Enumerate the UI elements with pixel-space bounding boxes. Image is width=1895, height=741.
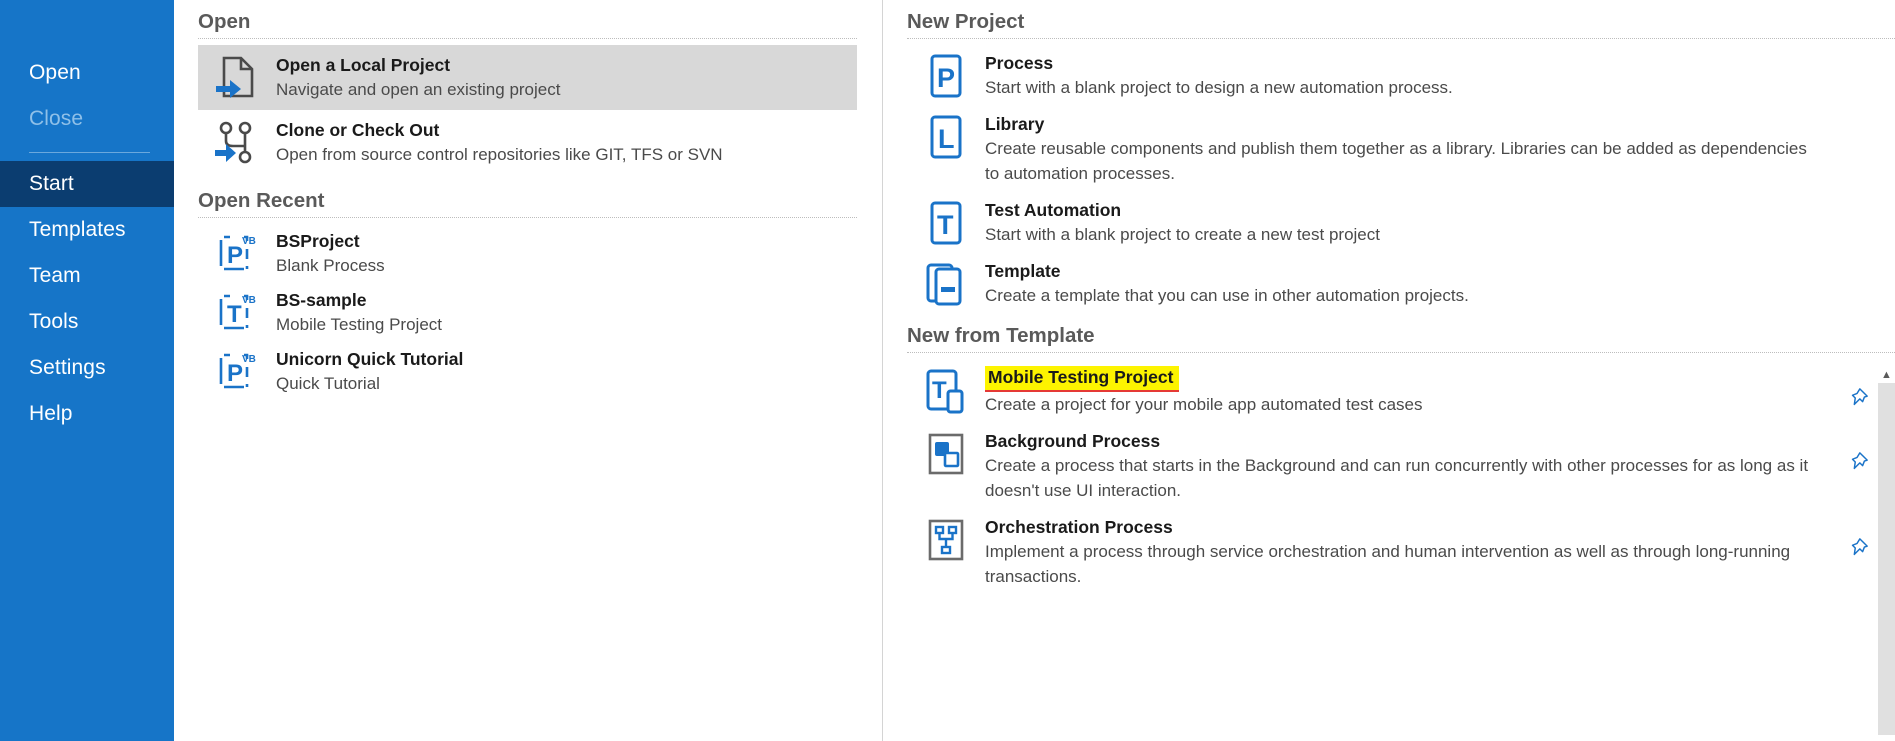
row-title: BS-sample	[276, 288, 847, 312]
process-icon: P	[907, 51, 985, 99]
uipath-start-screen: Open Close Start Templates Team Tools Se…	[0, 0, 1895, 741]
new-test-automation-row[interactable]: T Test Automation Start with a blank pro…	[907, 192, 1895, 253]
pin-icon[interactable]	[1847, 387, 1869, 409]
sidebar-item-start[interactable]: Start	[0, 161, 174, 207]
row-title: Orchestration Process	[985, 515, 1825, 539]
process-vb-icon: P VB	[198, 229, 276, 275]
svg-text:P: P	[227, 242, 243, 269]
sidebar-divider	[29, 152, 150, 153]
open-recent-rule	[198, 217, 857, 218]
row-subtitle: Create a project for your mobile app aut…	[985, 392, 1825, 417]
row-subtitle: Start with a blank project to design a n…	[985, 75, 1825, 100]
svg-text:VB: VB	[242, 295, 256, 306]
open-section-rule	[198, 38, 857, 39]
sidebar-item-team[interactable]: Team	[0, 253, 174, 299]
row-subtitle: Create a template that you can use in ot…	[985, 283, 1825, 308]
pin-icon[interactable]	[1847, 537, 1869, 559]
new-from-template-heading: New from Template	[907, 314, 1895, 352]
row-title: Template	[985, 259, 1825, 283]
template-mobile-testing-row[interactable]: T Mobile Testing Project Create a projec…	[907, 359, 1895, 423]
new-template-row[interactable]: Template Create a template that you can …	[907, 253, 1895, 314]
row-title: Library	[985, 112, 1825, 136]
clone-checkout-row[interactable]: Clone or Check Out Open from source cont…	[198, 110, 857, 175]
row-title: Clone or Check Out	[276, 118, 847, 142]
recent-project-row[interactable]: T VB BS-sample Mobile Testing Project	[198, 283, 857, 342]
new-from-template-rule	[907, 352, 1895, 353]
template-orchestration-process-row[interactable]: Orchestration Process Implement a proces…	[907, 509, 1895, 595]
row-title: Unicorn Quick Tutorial	[276, 347, 847, 371]
row-subtitle: Open from source control repositories li…	[276, 142, 847, 167]
sidebar-item-close: Close	[0, 96, 174, 142]
sidebar-item-help[interactable]: Help	[0, 391, 174, 437]
row-subtitle: Implement a process through service orch…	[985, 539, 1825, 589]
svg-text:P: P	[937, 63, 955, 93]
svg-text:L: L	[938, 124, 955, 154]
new-project-rule	[907, 38, 1895, 39]
row-subtitle: Start with a blank project to create a n…	[985, 222, 1825, 247]
svg-text:T: T	[932, 377, 947, 404]
background-process-icon	[907, 429, 985, 479]
row-subtitle: Create a process that starts in the Back…	[985, 453, 1825, 503]
open-local-project-icon	[198, 53, 276, 99]
svg-text:VB: VB	[242, 354, 256, 365]
row-subtitle: Quick Tutorial	[276, 371, 847, 396]
open-recent-heading: Open Recent	[198, 175, 882, 217]
new-library-row[interactable]: L Library Create reusable components and…	[907, 106, 1895, 192]
open-section-heading: Open	[198, 0, 882, 38]
row-subtitle: Navigate and open an existing project	[276, 77, 847, 102]
row-subtitle: Mobile Testing Project	[276, 312, 847, 337]
recent-project-row[interactable]: P VB Unicorn Quick Tutorial Quick Tutori…	[198, 342, 857, 401]
row-subtitle: Create reusable components and publish t…	[985, 136, 1825, 186]
sidebar-item-templates[interactable]: Templates	[0, 207, 174, 253]
template-icon	[907, 259, 985, 307]
test-vb-icon: T VB	[198, 288, 276, 334]
sidebar-item-tools[interactable]: Tools	[0, 299, 174, 345]
row-title: Test Automation	[985, 198, 1825, 222]
row-title: BSProject	[276, 229, 847, 253]
process-vb-icon: P VB	[198, 347, 276, 393]
row-title: Open a Local Project	[276, 53, 847, 77]
new-process-row[interactable]: P Process Start with a blank project to …	[907, 45, 1895, 106]
sidebar-item-open[interactable]: Open	[0, 50, 174, 96]
open-column: Open Open a Local Project Navigate and o…	[174, 0, 882, 741]
row-title: Process	[985, 51, 1825, 75]
test-icon: T	[907, 198, 985, 246]
clone-checkout-icon	[198, 118, 276, 166]
scrollbar-thumb[interactable]	[1878, 383, 1895, 735]
scroll-up-icon[interactable]: ▲	[1878, 366, 1895, 383]
library-icon: L	[907, 112, 985, 160]
row-subtitle: Blank Process	[276, 253, 847, 278]
mobile-testing-icon: T	[907, 365, 985, 415]
svg-text:T: T	[937, 210, 954, 240]
row-title: Mobile Testing Project	[985, 365, 1825, 392]
sidebar-item-settings[interactable]: Settings	[0, 345, 174, 391]
new-project-column: New Project P Process Start with a blank…	[883, 0, 1895, 741]
svg-text:P: P	[227, 360, 243, 387]
open-local-project-row[interactable]: Open a Local Project Navigate and open a…	[198, 45, 857, 110]
recent-project-row[interactable]: P VB BSProject Blank Process	[198, 224, 857, 283]
highlight-annotation: Mobile Testing Project	[985, 366, 1179, 392]
svg-text:T: T	[227, 301, 242, 328]
template-background-process-row[interactable]: Background Process Create a process that…	[907, 423, 1895, 509]
new-project-heading: New Project	[907, 0, 1895, 38]
template-list-scrollbar[interactable]: ▲	[1878, 366, 1895, 741]
sidebar: Open Close Start Templates Team Tools Se…	[0, 0, 174, 741]
pin-icon[interactable]	[1847, 451, 1869, 473]
svg-text:VB: VB	[242, 236, 256, 247]
row-title: Background Process	[985, 429, 1825, 453]
orchestration-process-icon	[907, 515, 985, 565]
